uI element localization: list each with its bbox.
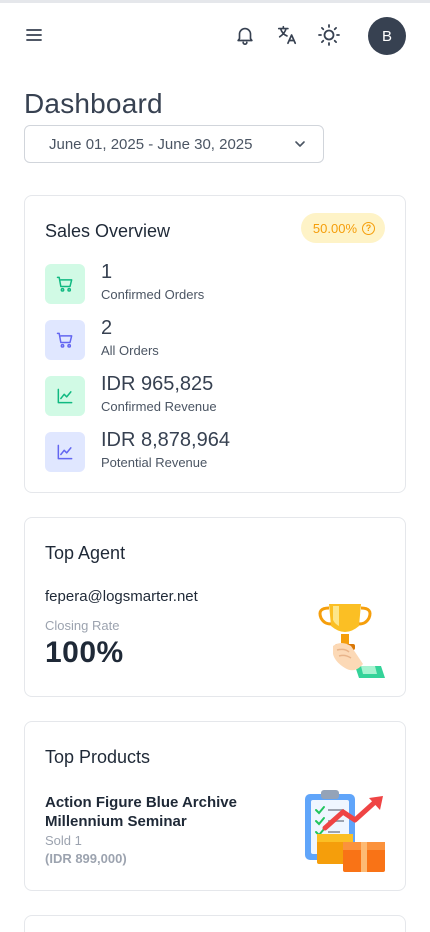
stat-value: 2 — [101, 317, 113, 339]
stat-label: Confirmed Revenue — [101, 399, 217, 414]
product-name[interactable]: Action Figure Blue Archive Millennium Se… — [45, 793, 275, 831]
avatar[interactable]: B — [368, 17, 406, 55]
closing-rate-badge[interactable]: 50.00% ? — [300, 213, 385, 243]
top-products-card: Top Products Action Figure Blue Archive … — [24, 721, 406, 891]
stat-label: All Orders — [101, 343, 159, 358]
stat-all-orders: 2 All Orders — [45, 317, 385, 360]
page-title: Dashboard — [24, 88, 163, 119]
stat-label: Confirmed Orders — [101, 287, 205, 302]
chevron-down-icon — [295, 141, 305, 147]
top-agent-card: Top Agent fepera@logsmarter.net Closing … — [24, 517, 406, 697]
chart-line-icon — [57, 444, 73, 460]
product-sold: Sold 1 — [45, 833, 82, 848]
language-button[interactable] — [273, 21, 301, 49]
cart-icon — [56, 276, 73, 292]
product-price: (IDR 899,000) — [45, 851, 127, 866]
stat-icon-box — [45, 320, 85, 360]
trophy-illustration — [318, 604, 385, 678]
top-agent-title: Top Agent — [45, 543, 126, 563]
stat-confirmed-orders: 1 Confirmed Orders — [45, 261, 385, 304]
menu-button[interactable] — [20, 21, 48, 49]
stat-confirmed-revenue: IDR 965,825 Confirmed Revenue — [45, 373, 385, 416]
top-products-title: Top Products — [45, 747, 151, 767]
translate-icon — [277, 25, 297, 45]
menu-icon — [26, 29, 42, 41]
help-icon: ? — [362, 221, 375, 235]
closing-rate-value: 100% — [45, 636, 124, 669]
agent-email: fepera@logsmarter.net — [45, 588, 198, 605]
cart-icon — [56, 332, 73, 348]
sun-icon — [318, 24, 340, 46]
stat-value: 1 — [101, 261, 113, 283]
chart-line-icon — [57, 388, 73, 404]
stat-icon-box — [45, 264, 85, 304]
app-header: B — [0, 3, 430, 67]
sales-overview-card: Sales Overview 50.00% ? 1 Confirmed Orde… — [24, 195, 406, 493]
date-range-select[interactable]: June 01, 2025 - June 30, 2025 — [24, 125, 324, 163]
next-card — [24, 915, 406, 932]
clipboard-boxes-illustration — [305, 790, 385, 872]
stat-icon-box — [45, 432, 85, 472]
theme-toggle-button[interactable] — [315, 21, 343, 49]
bell-icon — [237, 27, 253, 45]
date-range-value: June 01, 2025 - June 30, 2025 — [49, 135, 253, 153]
stat-icon-box — [45, 376, 85, 416]
stat-label: Potential Revenue — [101, 455, 208, 470]
notifications-button[interactable] — [231, 21, 259, 49]
sales-overview-title: Sales Overview — [45, 221, 171, 241]
closing-rate-label: Closing Rate — [45, 618, 120, 633]
stat-potential-revenue: IDR 8,878,964 Potential Revenue — [45, 429, 385, 472]
badge-value: 50.00% — [312, 220, 357, 236]
stat-value: IDR 8,878,964 — [101, 429, 230, 451]
stat-value: IDR 965,825 — [101, 373, 214, 395]
